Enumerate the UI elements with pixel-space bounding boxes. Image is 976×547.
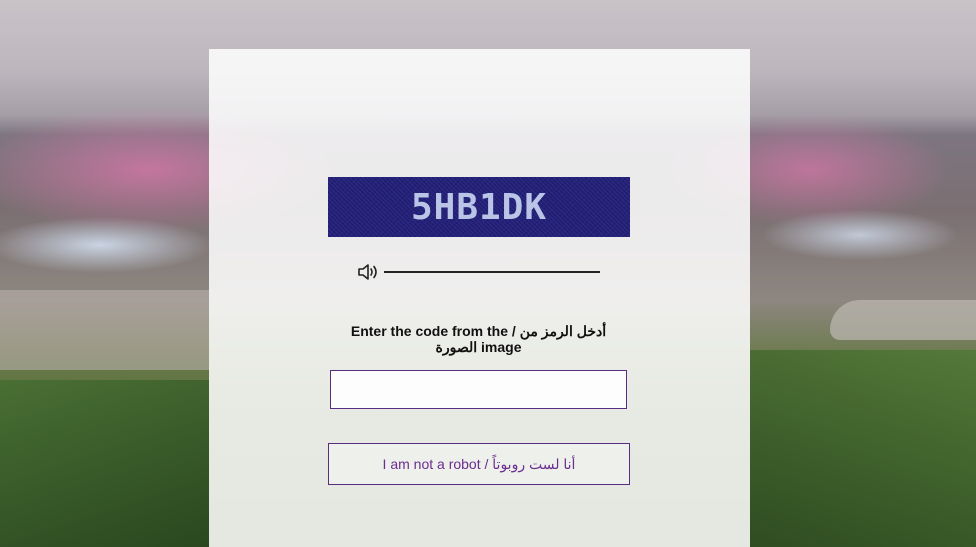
background-plaza [0, 290, 209, 370]
captcha-code-text: 5HB1DK [410, 186, 548, 228]
background-road [830, 300, 976, 340]
audio-progress-track[interactable] [384, 271, 600, 273]
captcha-prompt: Enter the code from the / أدخل الرمز من … [350, 323, 607, 355]
not-a-robot-button[interactable]: I am not a robot / أنا لست روبوتاً [328, 443, 630, 485]
not-a-robot-label: I am not a robot / أنا لست روبوتاً [382, 455, 576, 472]
audio-player [357, 262, 602, 282]
captcha-code-input[interactable] [330, 370, 627, 409]
background-field-left [0, 380, 209, 547]
captcha-image: 5HB1DK [328, 177, 630, 237]
background-field-right [750, 350, 976, 547]
speaker-volume-icon[interactable] [357, 262, 381, 282]
